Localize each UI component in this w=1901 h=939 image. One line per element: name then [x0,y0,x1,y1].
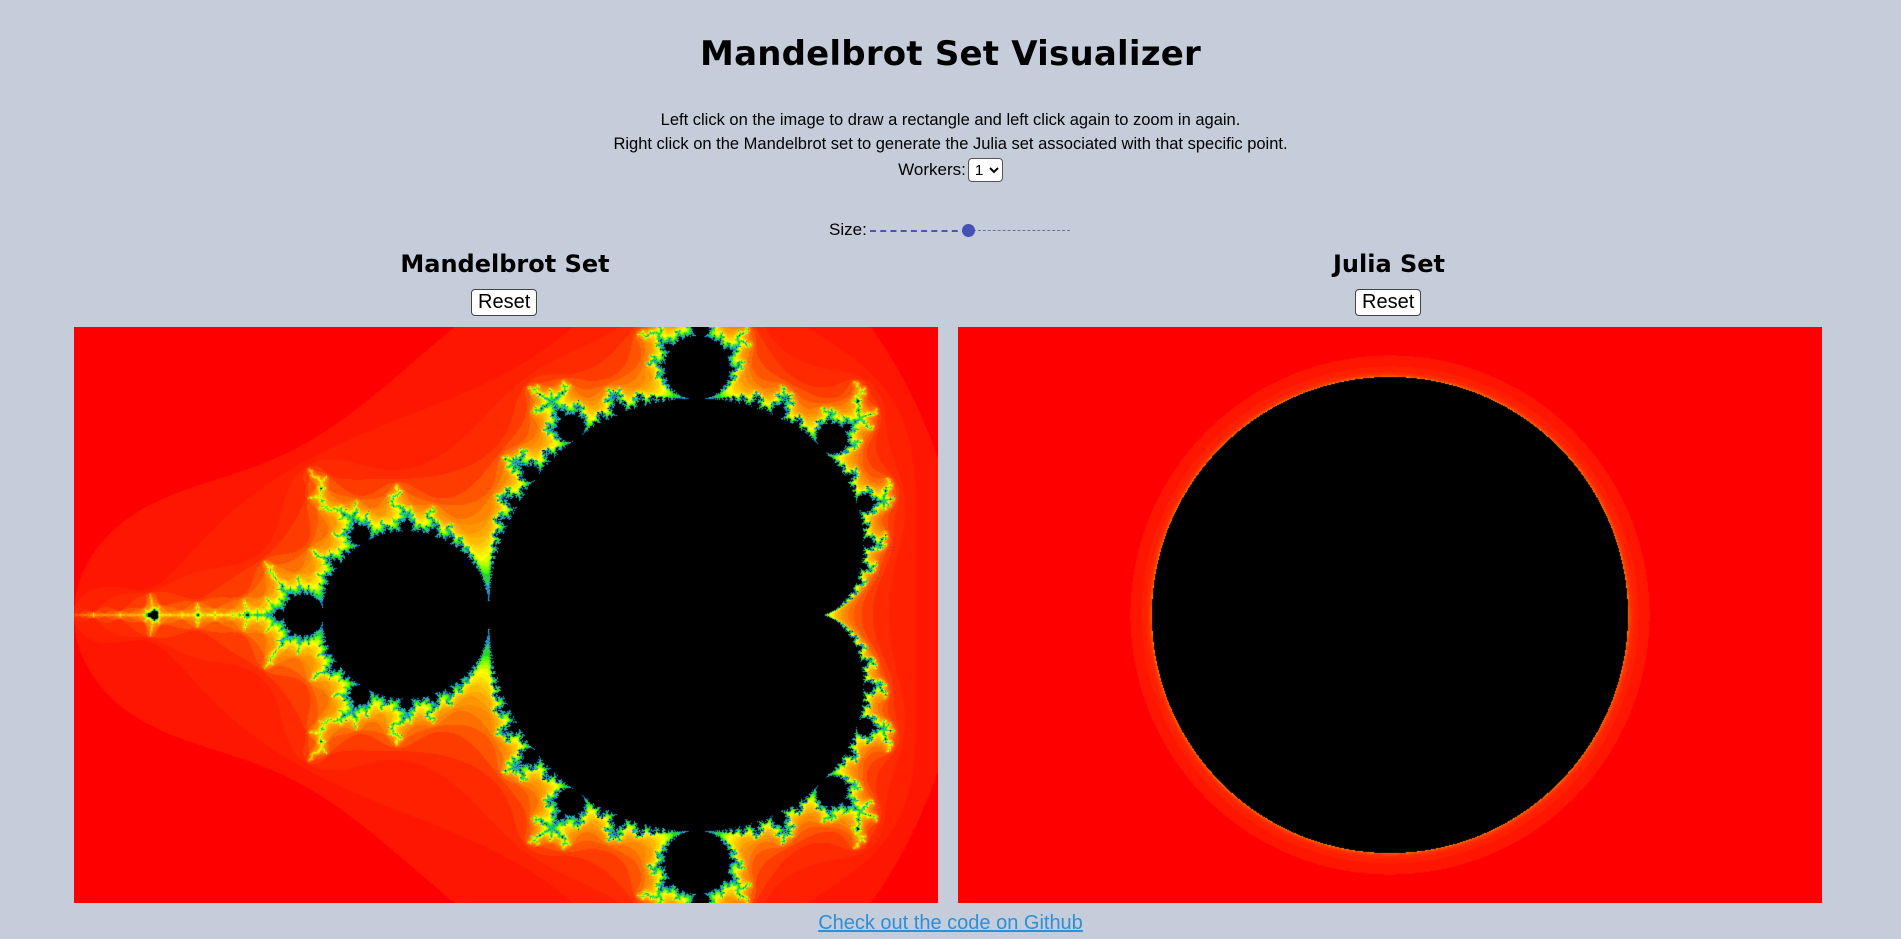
mandelbrot-title: Mandelbrot Set [400,250,610,278]
workers-control: Workers: 1 [0,158,1901,182]
page-title: Mandelbrot Set Visualizer [700,34,1201,74]
github-link-container: Check out the code on Github [0,912,1901,935]
size-slider-thumb[interactable] [961,224,975,237]
instruction-julia: Right click on the Mandelbrot set to gen… [613,135,1288,153]
workers-label: Workers: [898,160,966,179]
size-slider-track-filled [869,230,968,232]
size-slider[interactable] [869,220,1070,240]
julia-reset-button[interactable]: Reset [1355,289,1422,316]
instruction-zoom: Left click on the image to draw a rectan… [660,111,1241,129]
mandelbrot-canvas[interactable] [74,327,938,903]
size-slider-track-empty [967,230,1070,231]
mandelbrot-reset-button[interactable]: Reset [471,289,538,316]
github-link[interactable]: Check out the code on Github [818,912,1083,934]
julia-title: Julia Set [1332,250,1446,278]
size-control: Size: [829,220,1070,240]
size-label: Size: [829,220,867,239]
workers-select[interactable]: 1 [967,158,1003,182]
julia-canvas[interactable] [958,327,1822,903]
